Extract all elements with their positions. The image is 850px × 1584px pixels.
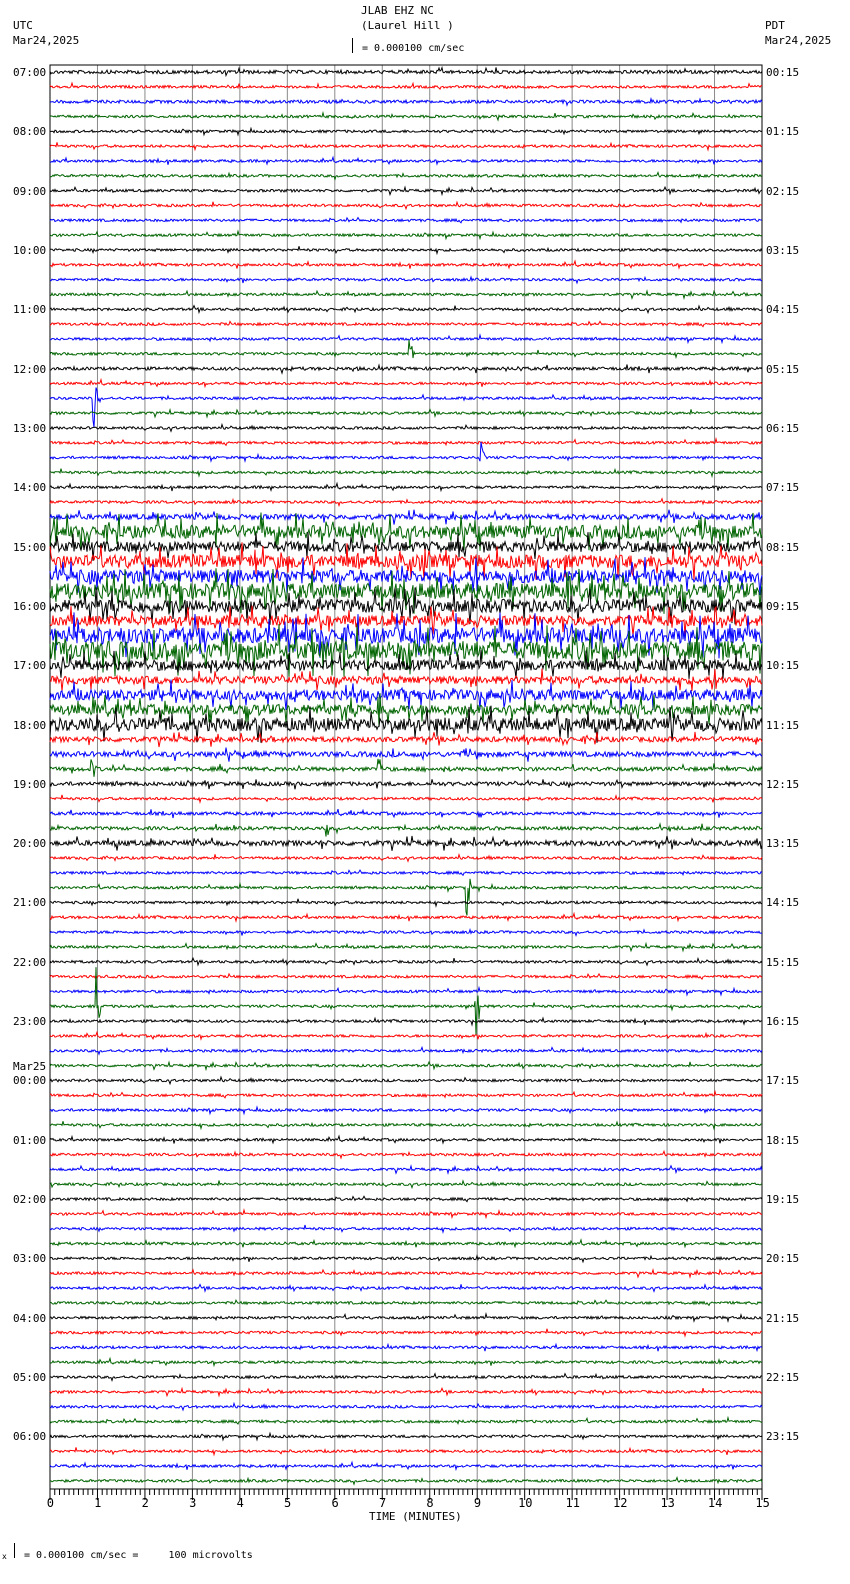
trace-line: [49, 1475, 763, 1486]
trace-line: [49, 81, 763, 90]
trace-line: [49, 1283, 763, 1293]
trace-line: [49, 185, 763, 197]
trace-line: [49, 171, 763, 181]
trace-line: [49, 229, 763, 241]
trace-line: [49, 289, 763, 301]
trace-line: [49, 407, 763, 419]
trace-line: [49, 497, 763, 508]
trace-line: [49, 911, 763, 923]
trace-line: [49, 778, 763, 790]
trace-line: [49, 200, 763, 211]
trace-line: [49, 1401, 763, 1412]
trace-line: [49, 1149, 763, 1160]
trace-line: [49, 1356, 763, 1368]
trace-line: [49, 1089, 763, 1099]
trace-line: [49, 1267, 763, 1279]
trace-line: [49, 422, 763, 433]
trace-line: [49, 1060, 763, 1072]
trace-line: [49, 259, 763, 270]
trace-line: [49, 956, 763, 967]
trace-line: [49, 216, 763, 224]
trace-line: [49, 1030, 763, 1041]
trace-line: [49, 822, 763, 837]
trace-line: [49, 1372, 762, 1382]
trace-line: [49, 1460, 763, 1472]
trace-line: [49, 972, 763, 980]
trace-line: [49, 1208, 762, 1220]
trace-line: [49, 481, 763, 493]
trace-line: [49, 1195, 763, 1203]
trace-line: [49, 467, 763, 479]
trace-line: [49, 304, 763, 315]
trace-line: [49, 1299, 763, 1307]
trace-line: [49, 141, 763, 152]
trace-line: [49, 878, 763, 916]
trace-line: [49, 985, 762, 997]
trace-line: [50, 363, 763, 375]
trace-line: [49, 668, 763, 692]
plot-frame: [49, 64, 763, 1490]
trace-line: [49, 1164, 763, 1176]
trace-line: [49, 1179, 763, 1190]
trace-line: [49, 1311, 763, 1324]
trace-line: [49, 927, 763, 938]
trace-line: [49, 110, 763, 122]
trace-line: [49, 65, 763, 78]
trace-line: [49, 436, 763, 447]
trace-line: [49, 333, 762, 345]
trace-line: [49, 794, 763, 805]
trace-line: [49, 808, 763, 819]
trace-line: [49, 155, 763, 166]
trace-line: [49, 1386, 763, 1398]
trace-line: [49, 1415, 763, 1426]
seismogram-plot: [49, 64, 763, 1500]
trace-line: [49, 1075, 763, 1086]
trace-line: [49, 941, 763, 953]
trace-line: [49, 869, 763, 877]
trace-line: [49, 758, 763, 777]
trace-line: [49, 246, 763, 256]
trace-line: [49, 441, 763, 463]
trace-line: [49, 1431, 763, 1442]
trace-line: [49, 679, 763, 711]
trace-line: [49, 96, 763, 107]
trace-line: [49, 339, 763, 360]
trace-line: [49, 1016, 763, 1027]
trace-line: [49, 747, 763, 762]
trace-line: [49, 835, 763, 851]
trace-line: [49, 1105, 763, 1116]
trace-line: [49, 1045, 763, 1056]
trace-line: [49, 1224, 762, 1235]
trace-line: [49, 731, 763, 748]
trace-line: [49, 387, 763, 428]
trace-line: [49, 1446, 763, 1457]
trace-line: [49, 1120, 762, 1131]
trace-line: [49, 1342, 763, 1353]
trace-line: [49, 126, 763, 137]
trace-line: [50, 898, 763, 908]
trace-line: [49, 1254, 762, 1264]
trace-line: [49, 320, 763, 328]
trace-line: [49, 377, 763, 389]
trace-line: [49, 1134, 763, 1145]
trace-line: [49, 612, 763, 659]
trace-line: [49, 275, 763, 285]
trace-line: [49, 1238, 763, 1249]
trace-line: [49, 1328, 763, 1338]
trace-line: [49, 853, 763, 863]
